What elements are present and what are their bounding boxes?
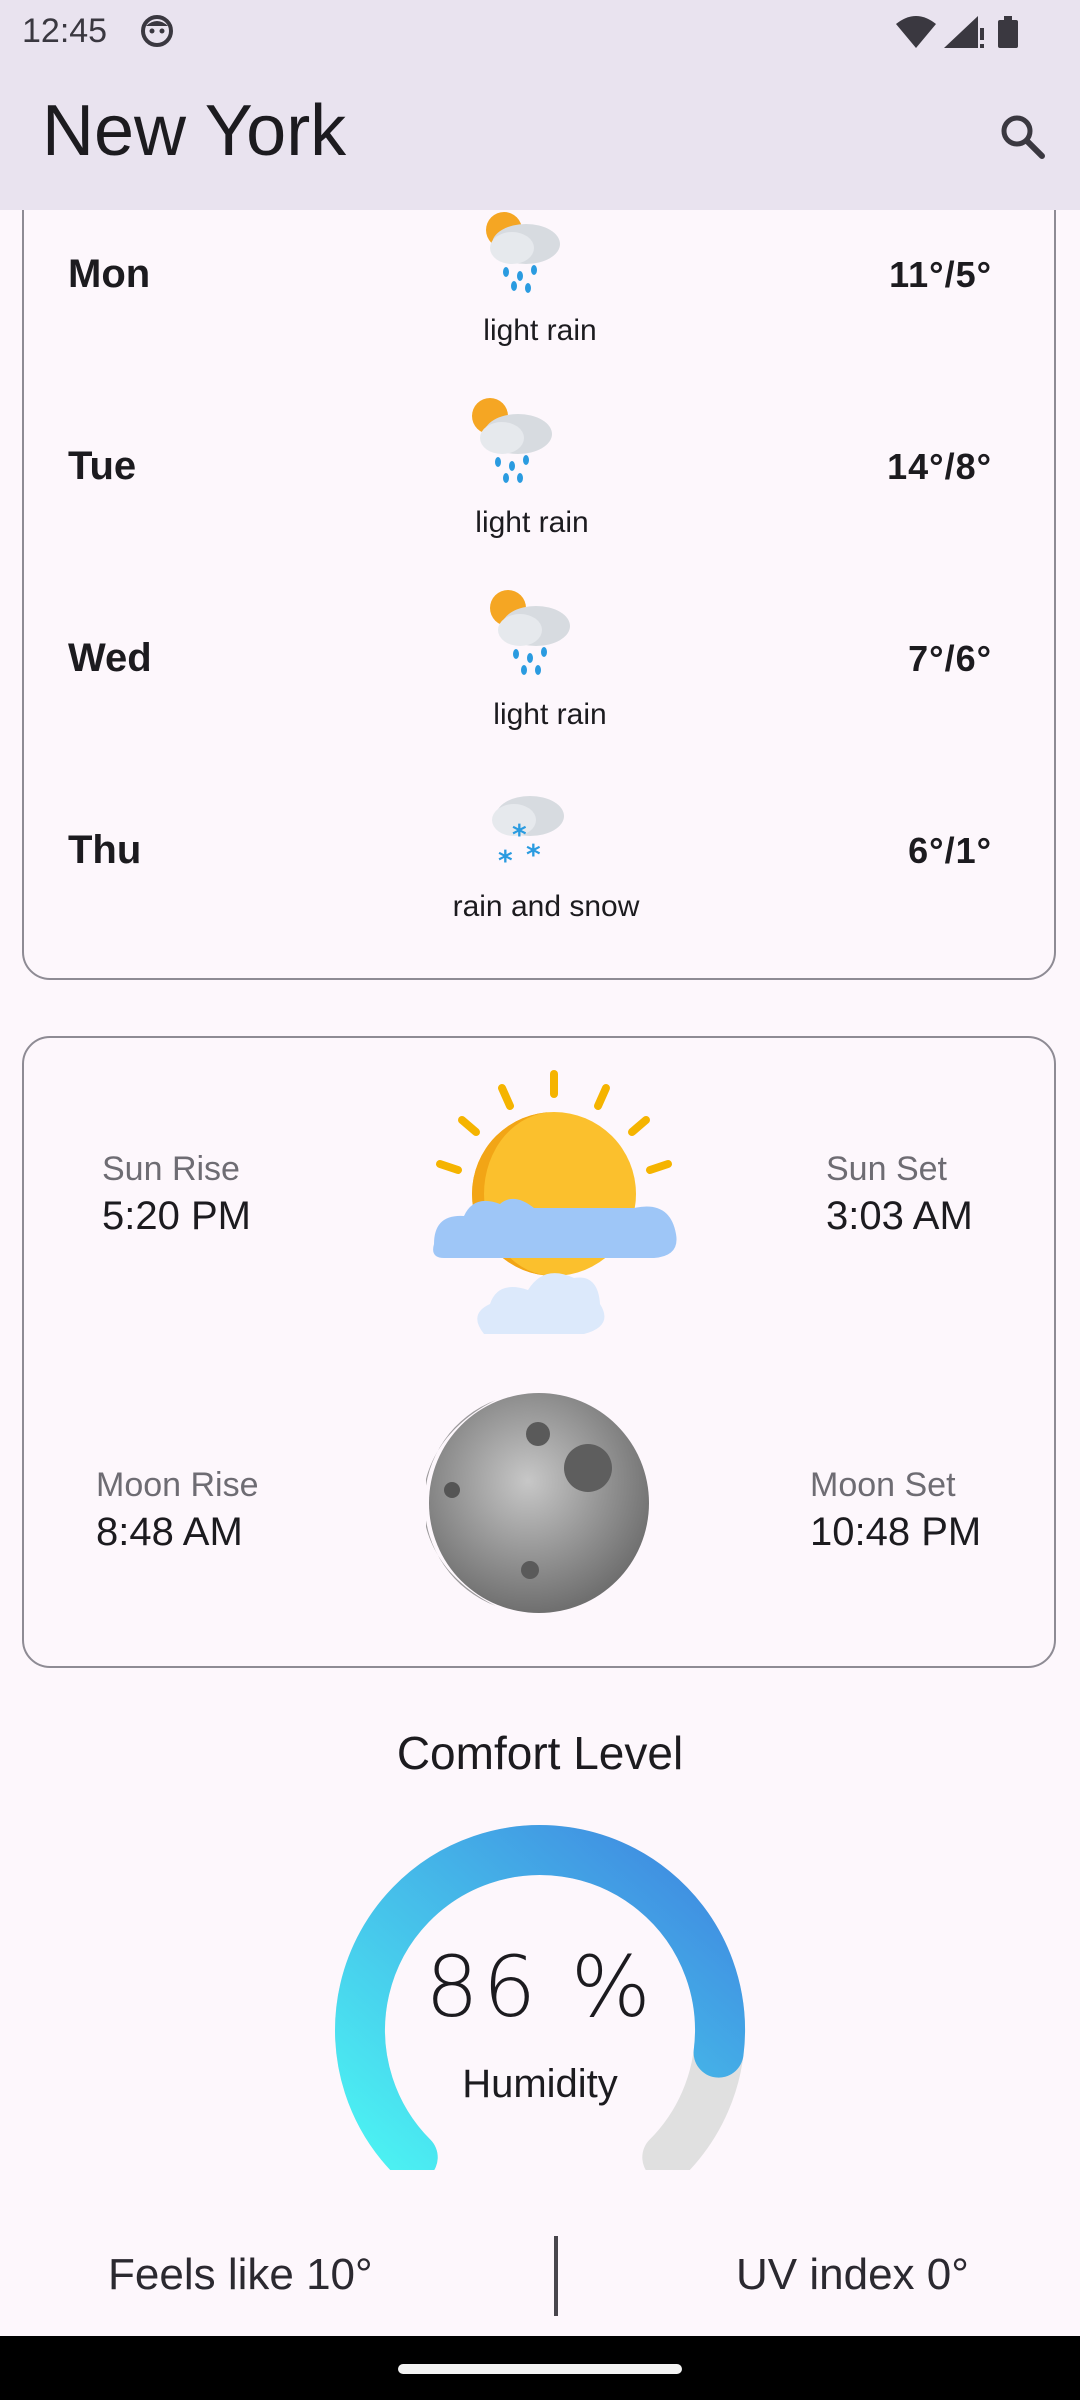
search-button[interactable] bbox=[986, 100, 1058, 172]
home-gesture-handle[interactable] bbox=[398, 2364, 682, 2374]
comfort-level-title: Comfort Level bbox=[396, 1727, 684, 1779]
uv-index: UV index 0° bbox=[736, 2250, 969, 2299]
weather-description: light rain bbox=[475, 506, 589, 539]
wifi-icon bbox=[896, 16, 936, 48]
battery-icon bbox=[998, 16, 1018, 48]
svg-text:*: * bbox=[498, 844, 513, 870]
rain-sun-icon bbox=[490, 590, 570, 675]
city-title: New York bbox=[42, 91, 347, 171]
status-icons bbox=[896, 16, 1018, 48]
weather-description: light rain bbox=[483, 314, 597, 347]
day-name: Tue bbox=[68, 444, 137, 488]
forecast-row: Mon light rain 11°/5° bbox=[24, 212, 1054, 402]
sun-set-time: 3:03 AM bbox=[826, 1194, 973, 1238]
moon-icon bbox=[426, 1393, 649, 1613]
svg-text:*: * bbox=[512, 818, 527, 851]
sun-rise-label: Sun Rise bbox=[102, 1150, 240, 1188]
weather-description: light rain bbox=[493, 698, 607, 731]
moon-rise-time: 8:48 AM bbox=[96, 1510, 243, 1554]
day-name: Wed bbox=[68, 636, 152, 680]
forecast-row: Tue light rain 14°/8° bbox=[24, 398, 1054, 594]
feels-like: Feels like 10° bbox=[108, 2250, 373, 2299]
divider bbox=[554, 2236, 558, 2316]
app-bar: 12:45 New York bbox=[0, 0, 1080, 210]
sun-moon-card: Sun Rise 5:20 PM Sun Set 3:03 AM Moon Ri… bbox=[22, 1036, 1056, 1668]
humidity-value: 86 % bbox=[425, 1938, 655, 2036]
search-icon bbox=[1001, 115, 1045, 159]
svg-text:*: * bbox=[526, 838, 541, 870]
temperature-range: 14°/8° bbox=[887, 446, 992, 487]
forecast-row: Wed light rain 7°/6° bbox=[24, 590, 1054, 786]
temperature-range: 6°/1° bbox=[908, 830, 992, 871]
signal-icon bbox=[944, 16, 984, 48]
sun-cloud-icon bbox=[433, 1070, 677, 1334]
temperature-range: 11°/5° bbox=[889, 254, 992, 295]
moon-set-label: Moon Set bbox=[810, 1466, 956, 1504]
forecast-card: Mon light rain 11°/5° Tue light rain 14°… bbox=[22, 180, 1056, 980]
sun-set-label: Sun Set bbox=[826, 1150, 947, 1188]
status-time: 12:45 bbox=[22, 12, 108, 50]
day-name: Thu bbox=[68, 828, 142, 872]
moon-rise-label: Moon Rise bbox=[96, 1466, 259, 1504]
rain-sun-icon bbox=[472, 398, 552, 483]
notification-face-icon bbox=[141, 15, 173, 47]
rain-sun-icon bbox=[486, 212, 560, 293]
humidity-label: Humidity bbox=[462, 2062, 618, 2106]
weather-description: rain and snow bbox=[452, 890, 640, 923]
snow-cloud-icon: ** * bbox=[492, 796, 564, 870]
temperature-range: 7°/6° bbox=[908, 638, 992, 679]
day-name: Mon bbox=[68, 252, 151, 296]
forecast-row: Thu * * * rain and snow 6°/1° bbox=[24, 796, 1054, 978]
sun-rise-time: 5:20 PM bbox=[102, 1194, 251, 1238]
moon-set-time: 10:48 PM bbox=[810, 1510, 982, 1554]
